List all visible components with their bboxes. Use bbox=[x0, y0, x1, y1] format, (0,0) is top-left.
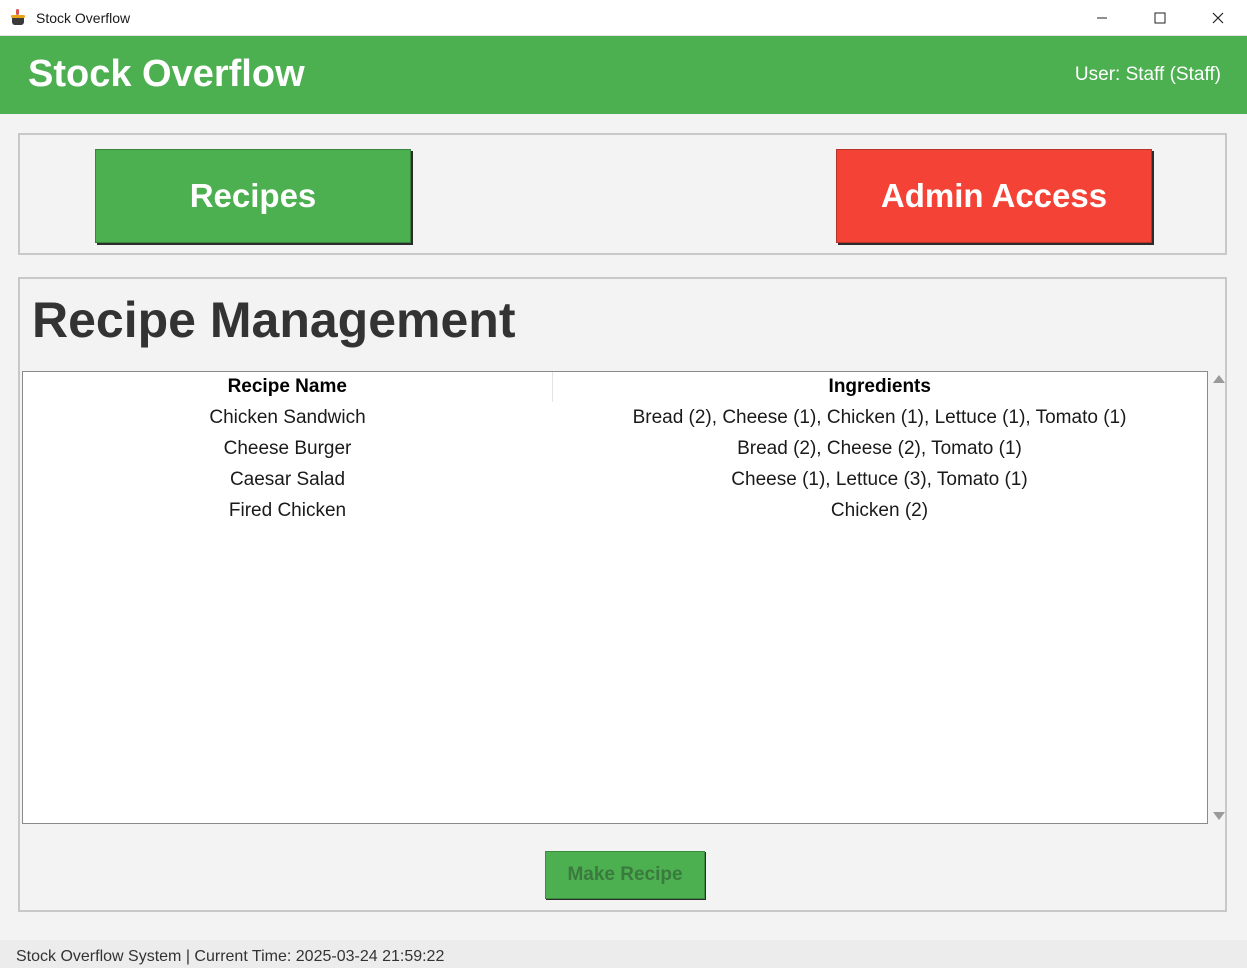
close-icon bbox=[1212, 12, 1224, 23]
recipe-name-cell: Fired Chicken bbox=[228, 499, 347, 521]
status-text: Stock Overflow System | Current Time: 20… bbox=[16, 948, 445, 965]
page-title: Recipe Management bbox=[32, 292, 516, 348]
minimize-button[interactable] bbox=[1073, 0, 1131, 35]
recipe-name-cell: Cheese Burger bbox=[223, 437, 352, 459]
table-header-row: Recipe Name Ingredients bbox=[23, 372, 1207, 402]
recipe-name-cell: Chicken Sandwich bbox=[209, 406, 366, 428]
close-button[interactable] bbox=[1189, 0, 1247, 35]
current-user: User: Staff (Staff) bbox=[1074, 64, 1221, 85]
ingredients-cell: Bread (2), Cheese (2), Tomato (1) bbox=[737, 437, 1022, 459]
column-header-ingredients[interactable]: Ingredients bbox=[552, 372, 1207, 402]
maximize-button[interactable] bbox=[1131, 0, 1189, 35]
recipe-table[interactable]: Recipe Name Ingredients Chicken Sandwich… bbox=[22, 371, 1208, 824]
app-header: Stock Overflow User: Staff (Staff) bbox=[0, 36, 1247, 114]
table-row[interactable]: Fired Chicken Chicken (2) bbox=[23, 495, 1207, 526]
column-header-recipe-name[interactable]: Recipe Name bbox=[23, 372, 553, 402]
ingredients-cell: Chicken (2) bbox=[830, 499, 929, 521]
ingredients-cell: Cheese (1), Lettuce (3), Tomato (1) bbox=[731, 468, 1028, 490]
recipes-button[interactable]: Recipes bbox=[95, 149, 411, 243]
app-brand: Stock Overflow bbox=[28, 53, 305, 95]
ingredients-cell: Bread (2), Cheese (1), Chicken (1), Lett… bbox=[632, 406, 1127, 428]
title-bar: Stock Overflow bbox=[0, 0, 1247, 36]
table-row[interactable]: Caesar Salad Cheese (1), Lettuce (3), To… bbox=[23, 464, 1207, 495]
scroll-down-arrow-icon[interactable] bbox=[1213, 812, 1225, 820]
make-recipe-button[interactable]: Make Recipe bbox=[545, 851, 705, 899]
maximize-icon bbox=[1154, 12, 1166, 23]
recipe-name-cell: Caesar Salad bbox=[229, 468, 346, 490]
recipe-management-panel: Recipe Management Recipe Name Ingredient… bbox=[18, 277, 1227, 912]
table-row[interactable]: Chicken Sandwich Bread (2), Cheese (1), … bbox=[23, 402, 1207, 433]
minimize-icon bbox=[1097, 17, 1107, 18]
table-row[interactable]: Cheese Burger Bread (2), Cheese (2), Tom… bbox=[23, 433, 1207, 464]
nav-panel: Recipes Admin Access bbox=[18, 133, 1227, 255]
app-icon bbox=[10, 8, 26, 27]
admin-access-button[interactable]: Admin Access bbox=[836, 149, 1152, 243]
window-controls bbox=[1073, 0, 1247, 35]
status-bar: Stock Overflow System | Current Time: 20… bbox=[0, 940, 1247, 968]
window-title: Stock Overflow bbox=[36, 9, 131, 26]
scroll-up-arrow-icon[interactable] bbox=[1213, 375, 1225, 383]
